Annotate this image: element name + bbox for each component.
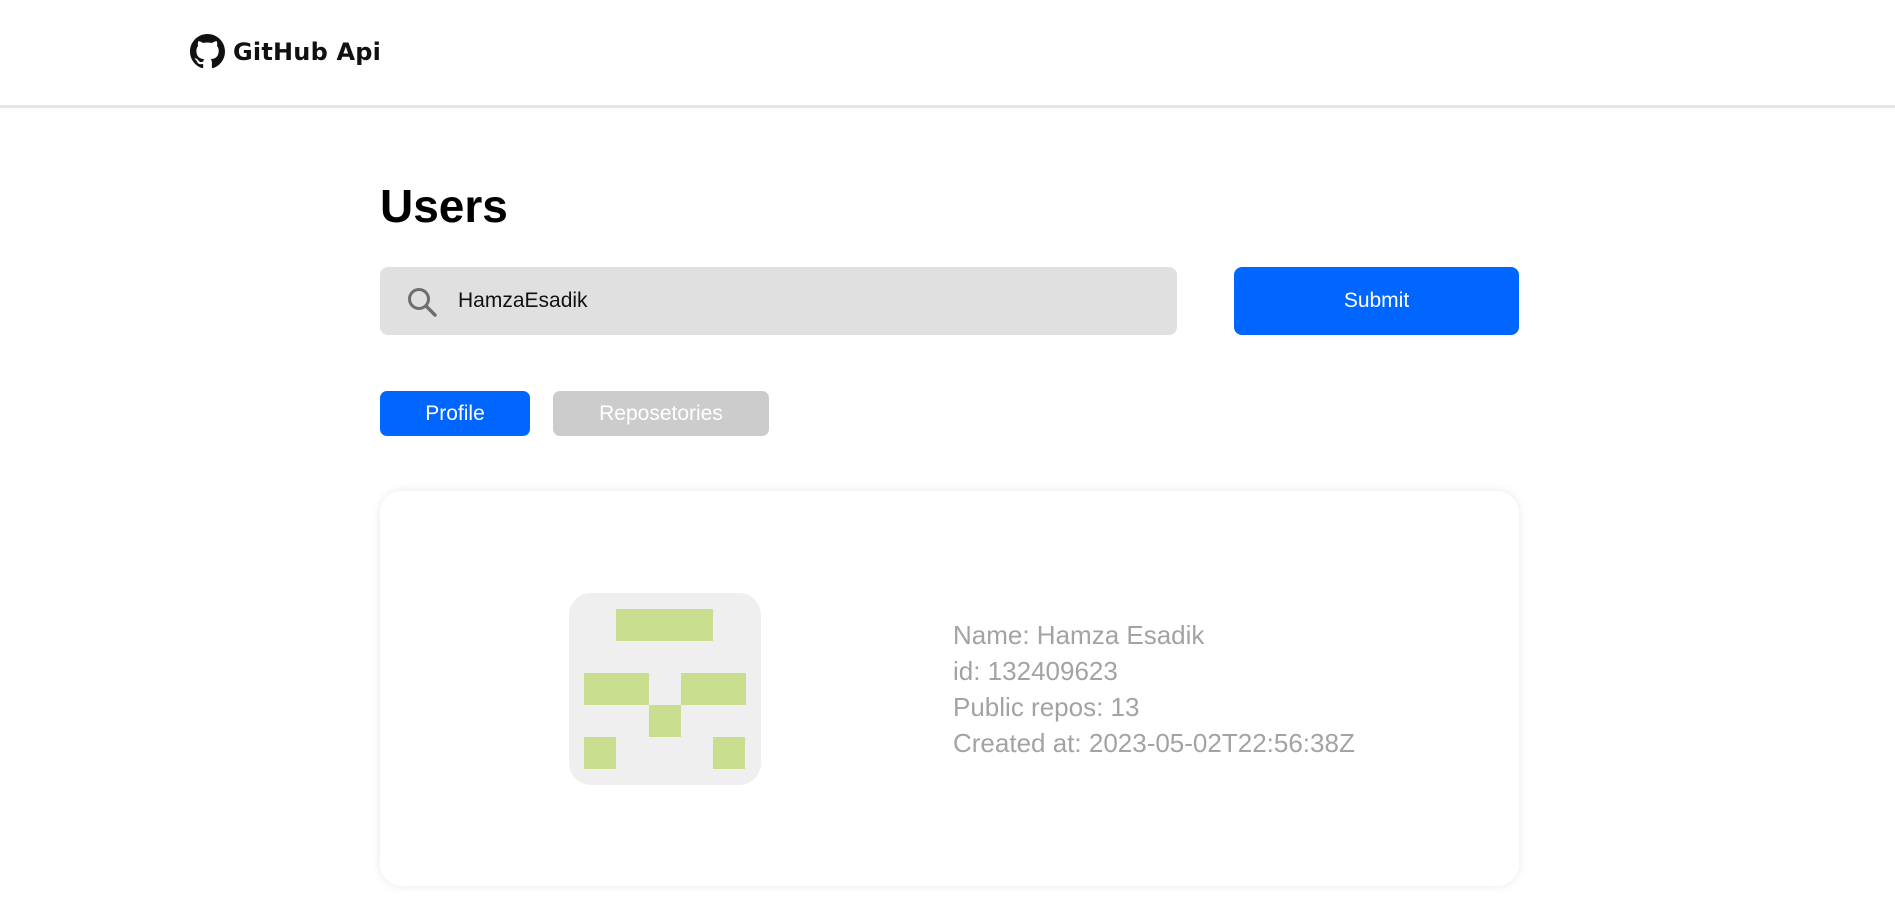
top-navbar: GitHub Api — [0, 0, 1895, 108]
github-icon — [190, 34, 225, 69]
tab-repositories[interactable]: Reposetories — [553, 391, 769, 436]
profile-public-repos: Public repos: 13 — [953, 692, 1140, 722]
profile-name: Name: Hamza Esadik — [953, 620, 1205, 650]
avatar — [569, 593, 761, 785]
profile-id: id: 132409623 — [953, 656, 1118, 686]
search-input[interactable] — [458, 267, 1158, 335]
brand-link[interactable]: GitHub Api — [190, 34, 381, 69]
profile-info: Name: Hamza Esadik id: 132409623 Public … — [953, 617, 1355, 761]
profile-created-at: Created at: 2023-05-02T22:56:38Z — [953, 728, 1355, 758]
submit-button[interactable]: Submit — [1234, 267, 1519, 335]
profile-card: Name: Hamza Esadik id: 132409623 Public … — [380, 491, 1519, 886]
search-bar — [380, 267, 1177, 335]
search-icon — [406, 286, 438, 318]
brand-name: GitHub Api — [233, 37, 382, 66]
page-title: Users — [380, 180, 508, 232]
tab-profile[interactable]: Profile — [380, 391, 530, 436]
